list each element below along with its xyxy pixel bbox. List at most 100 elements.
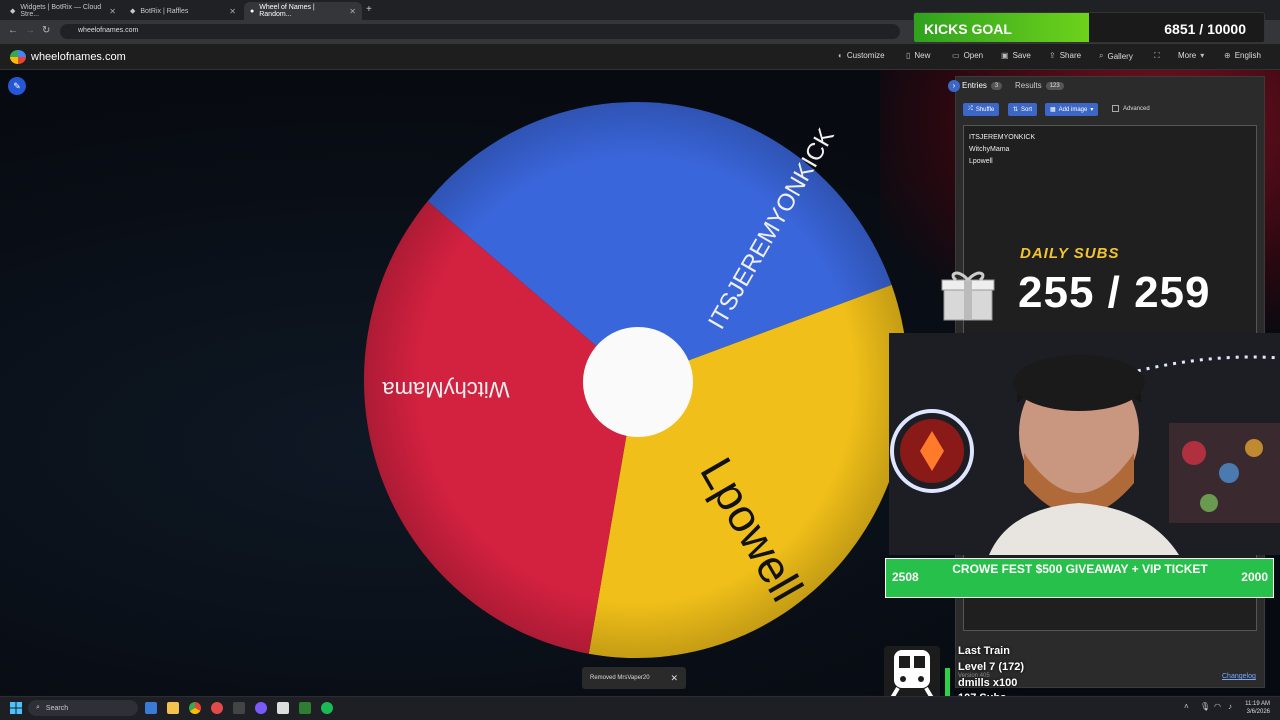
shuffle-icon: ⤮ [968, 106, 973, 112]
spotify-icon[interactable] [321, 702, 333, 714]
open-button[interactable]: ▭ Open [952, 51, 983, 60]
kicks-goal-widget: KICKS GOAL 6851 / 10000 [913, 12, 1265, 43]
taskbar-search[interactable]: ⌕ Search [28, 700, 138, 716]
chevron-right-icon[interactable]: › [948, 80, 960, 92]
reload-icon[interactable]: ↻ [42, 25, 50, 36]
forward-icon[interactable]: → [25, 25, 35, 36]
browser-tab[interactable]: ◆ Widgets | BotRix — Cloud Stre... ✕ [4, 2, 122, 20]
clock-date: 3/6/2026 [1246, 709, 1270, 715]
menu-label: Save [1012, 51, 1031, 60]
toast-notification: Removed MrsVaper20 ✕ [582, 667, 686, 689]
browser-tab-active[interactable]: ● Wheel of Names | Random... ✕ [244, 2, 362, 20]
image-icon: ▦ [1050, 107, 1056, 113]
tab-title: Widgets | BotRix — Cloud Stre... [20, 4, 102, 18]
windows-start-icon[interactable] [10, 702, 22, 714]
menu-label: Customize [846, 51, 885, 60]
changelog-link[interactable]: Changelog [1222, 673, 1256, 680]
folder-icon: ▭ [952, 51, 960, 60]
close-icon[interactable]: ✕ [109, 7, 116, 16]
entry-line: WitchyMama [969, 146, 1010, 153]
train-title: Last Train [958, 645, 1010, 657]
entry-line: Lpowell [969, 158, 993, 165]
wheel-center-button[interactable] [583, 327, 693, 437]
chrome-icon[interactable] [189, 702, 201, 714]
advanced-checkbox[interactable]: Advanced [1112, 105, 1150, 112]
menu-label: New [914, 51, 931, 60]
save-button[interactable]: ▣ Save [1001, 51, 1031, 60]
search-icon: ⌕ [36, 704, 40, 711]
menu-label: Share [1059, 51, 1082, 60]
mic-icon[interactable]: 🎙 [1200, 702, 1210, 711]
customize-button[interactable]: ◐ Customize [838, 51, 885, 60]
edit-pencil-icon[interactable]: ✎ [8, 77, 26, 95]
tab-title: BotRix | Raffles [140, 7, 189, 15]
close-icon[interactable]: ✕ [349, 7, 356, 16]
menu-label: Gallery [1107, 51, 1133, 61]
webcam-feed [889, 333, 1280, 555]
palette-icon: ◐ [838, 51, 843, 60]
wifi-icon[interactable]: ◠ [1214, 702, 1221, 711]
language-button[interactable]: ⊕ English [1224, 51, 1261, 60]
webcam-image [889, 333, 1280, 555]
advanced-label: Advanced [1123, 105, 1150, 112]
sort-button[interactable]: ⇅ Sort [1008, 103, 1038, 116]
giveaway-left-value: 2508 [892, 570, 919, 584]
button-label: Shuffle [975, 106, 995, 113]
new-button[interactable]: ▯ New [906, 51, 930, 60]
tab-favicon-icon: ● [250, 7, 255, 15]
globe-icon: ⊕ [1224, 51, 1231, 60]
count-badge: 3 [990, 81, 1003, 90]
notepad-icon[interactable] [277, 702, 289, 714]
train-user: dmills x100 [958, 677, 1018, 689]
app-icon[interactable] [299, 702, 311, 714]
browser-tab[interactable]: ◆ BotRix | Raffles ✕ [124, 2, 242, 20]
segment-label: WitchyMama [382, 377, 510, 402]
menu-label: More [1178, 51, 1197, 60]
clock-time: 11:19 AM [1245, 701, 1270, 707]
task-view-icon[interactable] [145, 702, 157, 714]
chevron-up-icon[interactable]: ˄ [1184, 702, 1189, 711]
file-explorer-icon[interactable] [167, 702, 179, 714]
new-tab-icon[interactable]: + [366, 4, 372, 15]
discord-icon[interactable] [255, 702, 267, 714]
goal-label: KICKS GOAL [924, 21, 1012, 37]
save-icon: ▣ [1001, 51, 1009, 60]
wheel[interactable]: ITSJEREMYONKICK Lpowell WitchyMama [348, 100, 928, 660]
search-icon: ⌕ [1099, 51, 1104, 60]
share-icon: ⇪ [1049, 51, 1056, 60]
chevron-down-icon: ▾ [1090, 107, 1094, 113]
train-icon [884, 646, 940, 702]
goal-value: 6851 / 10000 [1164, 21, 1246, 37]
url-field[interactable]: wheelofnames.com [60, 24, 900, 39]
menu-label: Open [963, 51, 984, 60]
tab-title: Wheel of Names | Random... [259, 4, 315, 18]
tab-entries[interactable]: Entries 3 [962, 81, 1003, 90]
app-icon[interactable] [211, 702, 223, 714]
gallery-button[interactable]: ⌕ Gallery [1099, 51, 1133, 61]
search-placeholder: Search [45, 704, 69, 712]
share-button[interactable]: ⇪ Share [1049, 51, 1081, 60]
more-button[interactable]: More ▾ [1178, 51, 1204, 60]
menu-label: English [1234, 51, 1261, 60]
fullscreen-icon[interactable]: ⛶ [1154, 51, 1160, 61]
tab-results[interactable]: Results 123 [1015, 81, 1064, 90]
site-name[interactable]: wheelofnames.com [31, 51, 126, 63]
terminal-icon[interactable] [233, 702, 245, 714]
shuffle-button[interactable]: ⤮ Shuffle [963, 103, 1000, 116]
checkbox[interactable] [1112, 105, 1119, 112]
tab-favicon-icon: ◆ [10, 8, 16, 15]
button-label: Add image [1058, 106, 1088, 113]
sort-icon: ⇅ [1013, 107, 1019, 113]
back-icon[interactable]: ← [8, 25, 18, 36]
file-icon: ▯ [906, 51, 911, 60]
chevron-down-icon: ▾ [1200, 51, 1205, 60]
add-image-button[interactable]: ▦ Add image ▾ [1045, 103, 1099, 116]
volume-icon[interactable]: ♪ [1228, 702, 1232, 711]
wheel-logo-icon[interactable] [10, 50, 26, 64]
giveaway-right-value: 2000 [1241, 570, 1268, 584]
close-icon[interactable]: ✕ [229, 7, 236, 16]
clock[interactable]: 11:19 AM 3/6/2026 [1245, 700, 1270, 716]
site-header [0, 44, 1280, 70]
close-icon[interactable]: ✕ [670, 673, 678, 684]
expand-icon: ⛶ [1154, 51, 1160, 60]
